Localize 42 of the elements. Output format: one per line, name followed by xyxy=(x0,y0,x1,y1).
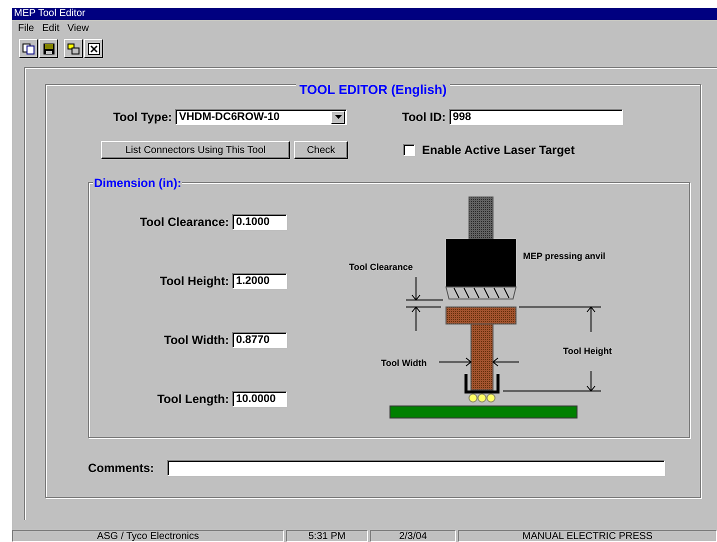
caret-icon xyxy=(334,115,342,119)
dimension-field[interactable]: 10.0000 xyxy=(232,391,287,407)
dropdown-button[interactable] xyxy=(331,110,345,124)
menu-item[interactable]: Edit xyxy=(42,23,60,37)
editor-heading: TOOL EDITOR (English) xyxy=(296,82,450,97)
copy-icon xyxy=(22,42,35,54)
status-pane: 5:31 PM xyxy=(286,530,368,542)
dimension-label: Tool Length: xyxy=(156,392,229,406)
dimension-field[interactable]: 0.1000 xyxy=(232,214,287,230)
tool-type-dropdown[interactable]: VHDM-DC6ROW-10 xyxy=(175,109,347,125)
dimension-title: Dimension (in): xyxy=(93,176,182,190)
save-button[interactable] xyxy=(39,39,58,58)
tool-id-field[interactable]: 998 xyxy=(448,109,623,125)
close-button[interactable] xyxy=(84,39,103,58)
status-pane: MANUAL ELECTRIC PRESS xyxy=(458,530,717,542)
check-button[interactable]: Check xyxy=(294,141,348,159)
window-title: MEP Tool Editor xyxy=(12,8,717,20)
height-label: Tool Height xyxy=(563,346,612,356)
laser-label: Enable Active Laser Target xyxy=(422,143,575,157)
anvil-label: MEP pressing anvil xyxy=(523,251,606,261)
list-connectors-button[interactable]: List Connectors Using This Tool xyxy=(101,141,290,159)
status-pane: 2/3/04 xyxy=(370,530,456,542)
clearance-label: Tool Clearance xyxy=(349,262,413,272)
menu-item[interactable]: View xyxy=(67,23,89,37)
dimension-label: Tool Clearance: xyxy=(138,215,229,229)
status-pane: ASG / Tyco Electronics xyxy=(12,530,284,542)
copy-button[interactable] xyxy=(19,39,38,58)
windows-icon xyxy=(67,42,80,54)
menu-item[interactable]: File xyxy=(18,23,34,37)
tool-type-label: Tool Type: xyxy=(112,110,172,124)
width-label: Tool Width xyxy=(381,358,427,368)
windows-button[interactable] xyxy=(64,39,83,58)
comments-label: Comments: xyxy=(88,461,156,475)
dimension-label: Tool Height: xyxy=(158,274,229,288)
tool-id-label: Tool ID: xyxy=(402,110,446,124)
close-icon xyxy=(88,42,100,54)
dimension-field[interactable]: 0.8770 xyxy=(232,332,287,348)
dimension-field[interactable]: 1.2000 xyxy=(232,273,287,289)
laser-checkbox[interactable] xyxy=(403,144,415,156)
dimension-label: Tool Width: xyxy=(163,333,229,347)
clearance-dimension xyxy=(406,276,444,332)
comments-field[interactable] xyxy=(167,460,665,476)
